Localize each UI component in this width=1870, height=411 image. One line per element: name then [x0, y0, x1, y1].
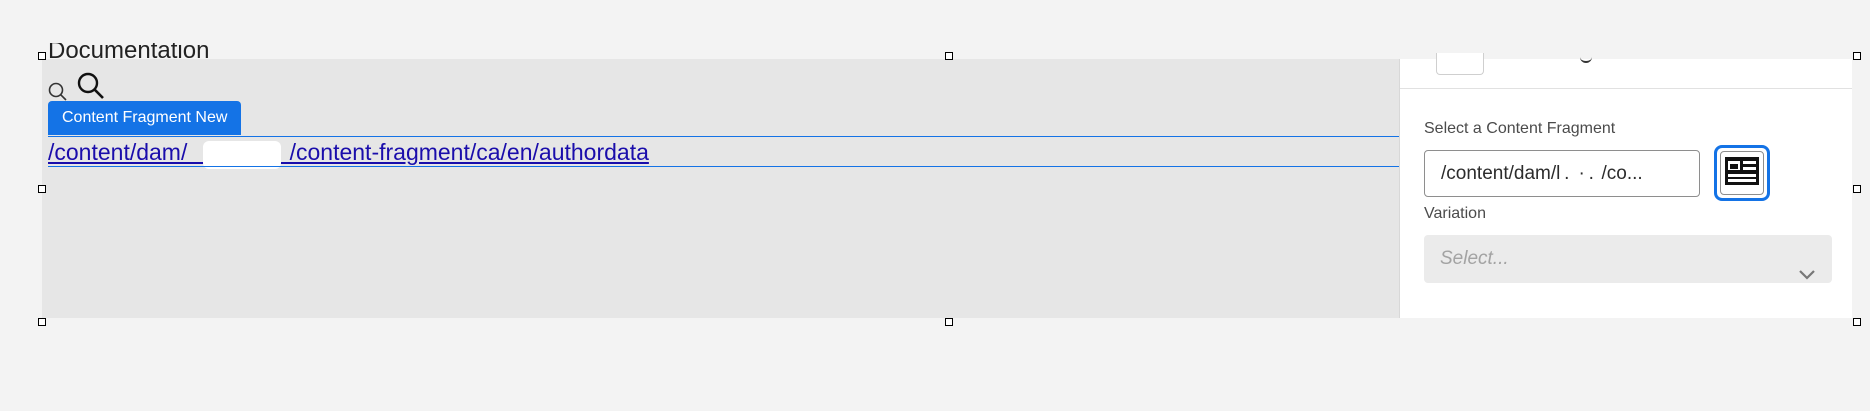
properties-panel: Select a Content Fragment /content/dam/l… [1399, 53, 1852, 318]
resize-handle-top-right[interactable] [1853, 52, 1861, 60]
panel-tab-button[interactable] [1436, 53, 1484, 75]
page-title: Documentation [48, 43, 210, 59]
fragment-field-label: Select a Content Fragment [1424, 120, 1616, 137]
content-fragment-path-field[interactable]: /content/dam/l . · . /co... [1424, 150, 1700, 197]
resize-handle-right[interactable] [1853, 185, 1861, 193]
variation-placeholder: Select... [1440, 248, 1509, 269]
variation-select[interactable]: Select... [1424, 235, 1832, 283]
divider [48, 166, 1399, 167]
resize-handle-bottom-right[interactable] [1853, 318, 1861, 326]
browse-fragment-button[interactable] [1714, 145, 1770, 201]
component-canvas[interactable] [42, 59, 1399, 318]
resize-handle-top[interactable] [945, 52, 953, 60]
card-picker-icon [1724, 156, 1760, 191]
chevron-down-icon [1798, 252, 1816, 300]
fragment-path-link[interactable]: /content/dam/ /content-fragment/ca/en/au… [48, 139, 649, 166]
panel-header-glyph [1580, 51, 1592, 63]
panel-header [1400, 53, 1852, 89]
divider [48, 136, 1399, 137]
redaction-mask [203, 141, 281, 169]
resize-handle-bottom[interactable] [945, 318, 953, 326]
search-icon[interactable] [48, 82, 68, 102]
content-fragment-chip[interactable]: Content Fragment New [48, 101, 242, 135]
search-icon[interactable] [76, 71, 106, 101]
resize-handle-bottom-left[interactable] [38, 318, 46, 326]
page: Documentation Content Fragment New /cont… [0, 0, 1870, 411]
resize-handle-left[interactable] [38, 185, 46, 193]
variation-label: Variation [1424, 205, 1486, 222]
resize-handle-top-left[interactable] [38, 52, 46, 60]
